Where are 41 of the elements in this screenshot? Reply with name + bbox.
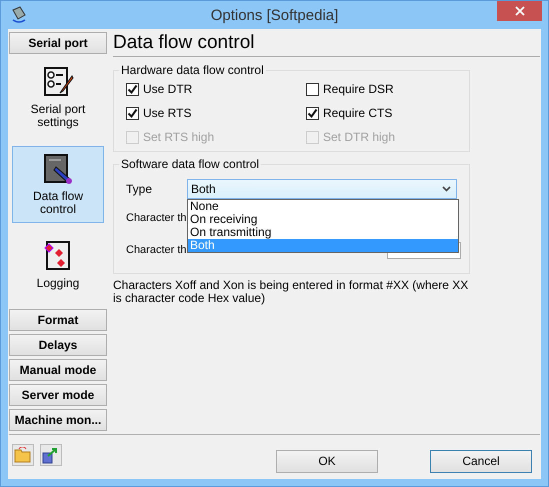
checkmark-icon (127, 84, 138, 94)
checkbox[interactable]: Require CTS (306, 105, 456, 121)
section-button[interactable]: Serial port (9, 32, 107, 54)
section-button[interactable]: Manual mode (9, 359, 107, 381)
group-title: Software data flow control (119, 157, 262, 171)
dropdown-option[interactable]: None (188, 200, 458, 213)
type-label: Type (126, 182, 154, 196)
section-button[interactable]: Machine mon... (9, 409, 107, 431)
checkbox[interactable]: Use RTS (126, 105, 306, 121)
nav-label: Logging (36, 277, 80, 290)
field-label: Character th (126, 212, 187, 224)
chevron-down-icon (442, 186, 451, 192)
nav-item[interactable]: Serial port settings (12, 59, 104, 136)
checkbox[interactable]: Require DSR (306, 81, 456, 97)
dialog-button[interactable]: Cancel (430, 450, 532, 472)
section-button[interactable]: Format (9, 309, 107, 331)
dropdown-option[interactable]: On transmitting (188, 226, 458, 239)
save-export-button[interactable] (40, 444, 62, 466)
note-text: Characters Xoff and Xon is being entered in format #XX (where XX is character code Hex value) (113, 279, 470, 305)
section-button[interactable]: Delays (9, 334, 107, 356)
field-label: Character th (126, 244, 187, 256)
window-title: Options [Softpedia] (210, 6, 338, 24)
type-dropdown[interactable]: Both (187, 179, 457, 199)
page-heading: Data flow control (113, 32, 540, 57)
group-title: Hardware data flow control (119, 63, 266, 77)
nav-label: Serial port settings (30, 103, 86, 129)
settings-list-icon (42, 66, 74, 98)
close-button[interactable] (497, 1, 542, 21)
nav-label: Data flow control (32, 190, 84, 216)
document-pen-icon (42, 153, 74, 185)
nav-item[interactable]: Logging (12, 233, 104, 297)
nav-item[interactable]: Data flow control (12, 146, 104, 223)
checkmark-icon (127, 108, 138, 118)
checkbox[interactable]: Use DTR (126, 81, 306, 97)
section-button[interactable]: Server mode (9, 384, 107, 406)
dialog-button[interactable]: OK (276, 450, 378, 472)
dropdown-option[interactable]: On receiving (188, 213, 458, 226)
checkmark-icon (307, 108, 318, 118)
close-icon (514, 6, 524, 16)
open-folder-button[interactable] (12, 444, 34, 466)
app-icon (10, 6, 28, 24)
